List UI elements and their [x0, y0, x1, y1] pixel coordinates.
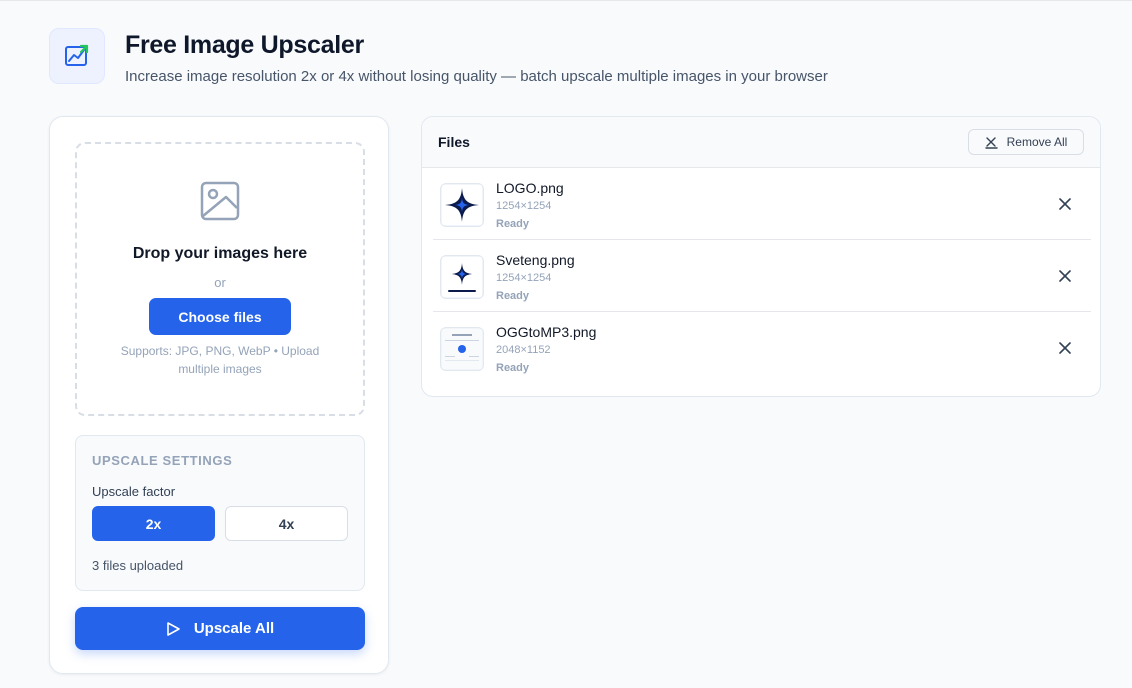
supported-formats-text: Supports: JPG, PNG, WebP • Upload multip…: [120, 344, 320, 376]
file-row: OGGtoMP3.png 2048×1152 Ready: [433, 313, 1091, 384]
remove-all-label: Remove All: [1006, 135, 1068, 149]
files-panel-header: Files Remove All: [422, 117, 1100, 168]
play-icon: [167, 621, 180, 636]
file-row: Sveteng.png 1254×1254 Ready: [433, 241, 1091, 312]
close-icon: [1059, 342, 1071, 354]
page-header: Free Image Upscaler Increase image resol…: [49, 28, 828, 85]
file-name: LOGO.png: [496, 180, 564, 196]
upscale-factor-label: Upscale factor: [92, 484, 176, 499]
file-thumbnail: [440, 327, 484, 371]
files-panel: Files Remove All LOGO.png 1254×1254 Read…: [421, 116, 1101, 397]
file-status: Ready: [496, 362, 530, 374]
close-icon: [1059, 198, 1071, 210]
remove-file-button[interactable]: [1055, 338, 1075, 358]
file-dimensions: 1254×1254: [496, 200, 552, 212]
sparkle-logo-icon: [442, 257, 482, 297]
file-thumbnail: [440, 183, 484, 227]
page-title: Free Image Upscaler: [125, 31, 364, 59]
upload-panel: Drop your images here or Choose files Su…: [49, 116, 389, 674]
upscale-all-button[interactable]: Upscale All: [75, 607, 365, 650]
webpage-preview-icon: [442, 329, 482, 369]
dropzone[interactable]: Drop your images here or Choose files Su…: [75, 142, 365, 416]
image-icon: [200, 181, 240, 221]
page-subtitle: Increase image resolution 2x or 4x witho…: [125, 68, 828, 85]
file-dimensions: 2048×1152: [496, 344, 551, 356]
choose-files-button[interactable]: Choose files: [149, 298, 291, 335]
upscale-all-label: Upscale All: [193, 620, 275, 637]
file-name: OGGtoMP3.png: [496, 324, 597, 340]
chart-trend-icon: [65, 44, 89, 66]
dropzone-or: or: [214, 275, 226, 290]
file-status: Ready: [496, 218, 530, 230]
file-row: LOGO.png 1254×1254 Ready: [433, 169, 1091, 240]
file-thumbnail: [440, 255, 484, 299]
remove-all-button[interactable]: Remove All: [968, 129, 1084, 155]
remove-file-button[interactable]: [1055, 194, 1075, 214]
upscale-settings: UPSCALE SETTINGS Upscale factor 2x 4x 3 …: [75, 435, 365, 591]
files-uploaded-count: 3 files uploaded: [92, 558, 184, 573]
factor-4x-button[interactable]: 4x: [225, 506, 348, 541]
file-status: Ready: [496, 290, 530, 302]
settings-heading: UPSCALE SETTINGS: [92, 453, 233, 468]
factor-2x-button[interactable]: 2x: [92, 506, 215, 541]
file-name: Sveteng.png: [496, 252, 575, 268]
files-panel-title: Files: [438, 134, 470, 150]
dropzone-title: Drop your images here: [132, 245, 308, 262]
clear-icon: [984, 136, 998, 149]
remove-file-button[interactable]: [1055, 266, 1075, 286]
file-dimensions: 1254×1254: [496, 272, 552, 284]
close-icon: [1059, 270, 1071, 282]
sparkle-logo-icon: [442, 185, 482, 225]
app-logo: [49, 28, 105, 84]
